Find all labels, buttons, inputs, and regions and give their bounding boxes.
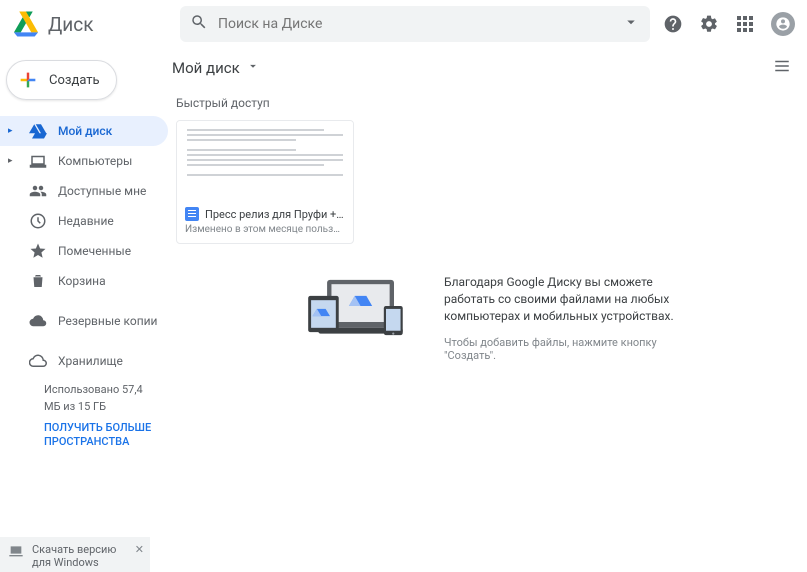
sidebar-item-label: Мой диск bbox=[58, 124, 112, 138]
create-button-label: Создать bbox=[49, 73, 100, 88]
get-more-storage-link[interactable]: ПОЛУЧИТЬ БОЛЬШЕ ПРОСТРАНСТВА bbox=[44, 421, 158, 450]
star-icon bbox=[28, 242, 48, 260]
create-button[interactable]: Создать bbox=[6, 60, 117, 100]
sidebar-item-starred[interactable]: Помеченные bbox=[0, 236, 168, 266]
empty-state-subtitle: Чтобы добавить файлы, нажмите кнопку "Со… bbox=[444, 336, 704, 362]
sidebar-item-label: Компьютеры bbox=[58, 154, 132, 168]
sidebar-item-label: Корзина bbox=[58, 274, 106, 288]
download-banner-label: Скачать версию для Windows bbox=[32, 543, 127, 569]
card-title: Пресс релиз для Пруфи + легенда ... bbox=[205, 208, 345, 221]
close-icon[interactable]: ✕ bbox=[135, 543, 144, 556]
storage-icon bbox=[28, 352, 48, 370]
search-input[interactable] bbox=[218, 16, 622, 32]
quick-access-card[interactable]: Пресс релиз для Пруфи + легенда ... Изме… bbox=[176, 120, 354, 244]
sidebar-item-label: Резервные копии bbox=[58, 314, 157, 328]
account-avatar[interactable] bbox=[771, 12, 795, 36]
sidebar-item-label: Хранилище bbox=[58, 354, 123, 368]
search-dropdown-icon[interactable] bbox=[622, 13, 640, 35]
search-icon bbox=[190, 13, 208, 35]
laptop-icon bbox=[8, 543, 24, 562]
app-name: Диск bbox=[48, 13, 93, 36]
sidebar-item-trash[interactable]: Корзина bbox=[0, 266, 168, 296]
download-windows-banner[interactable]: Скачать версию для Windows ✕ bbox=[0, 537, 150, 572]
quick-access-label: Быстрый доступ bbox=[176, 96, 791, 110]
card-subtitle: Изменено в этом месяце пользователем ... bbox=[185, 224, 345, 235]
chevron-down-icon bbox=[246, 59, 260, 77]
gear-icon[interactable] bbox=[699, 14, 719, 34]
computers-icon bbox=[28, 152, 48, 170]
empty-state-title: Благодаря Google Диску вы сможете работа… bbox=[444, 274, 704, 324]
sidebar-item-my-drive[interactable]: ▸ Мой диск bbox=[0, 116, 168, 146]
sidebar-item-shared[interactable]: Доступные мне bbox=[0, 176, 168, 206]
help-icon[interactable] bbox=[663, 14, 683, 34]
list-view-toggle[interactable] bbox=[773, 57, 791, 79]
sidebar-item-backups[interactable]: Резервные копии bbox=[0, 306, 168, 336]
breadcrumb-label: Мой диск bbox=[172, 59, 240, 77]
sidebar-item-storage[interactable]: Хранилище bbox=[0, 346, 168, 376]
sidebar-item-recent[interactable]: Недавние bbox=[0, 206, 168, 236]
backups-icon bbox=[28, 312, 48, 330]
devices-illustration bbox=[302, 274, 422, 354]
caret-icon: ▸ bbox=[8, 156, 18, 166]
apps-icon[interactable] bbox=[735, 14, 755, 34]
breadcrumb[interactable]: Мой диск bbox=[172, 59, 260, 77]
google-docs-icon bbox=[185, 207, 199, 221]
plus-icon bbox=[17, 69, 39, 91]
sidebar-item-computers[interactable]: ▸ Компьютеры bbox=[0, 146, 168, 176]
card-preview bbox=[177, 121, 353, 201]
recent-icon bbox=[28, 212, 48, 230]
caret-icon: ▸ bbox=[8, 126, 18, 136]
storage-usage-text: Использовано 57,4 МБ из 15 ГБ bbox=[44, 382, 158, 415]
trash-icon bbox=[28, 272, 48, 290]
sidebar-item-label: Недавние bbox=[58, 214, 114, 228]
sidebar-item-label: Помеченные bbox=[58, 244, 131, 258]
drive-icon bbox=[28, 122, 48, 140]
search-bar[interactable] bbox=[180, 6, 650, 42]
shared-icon bbox=[28, 182, 48, 200]
sidebar-item-label: Доступные мне bbox=[58, 184, 146, 198]
drive-logo-icon bbox=[12, 10, 40, 38]
